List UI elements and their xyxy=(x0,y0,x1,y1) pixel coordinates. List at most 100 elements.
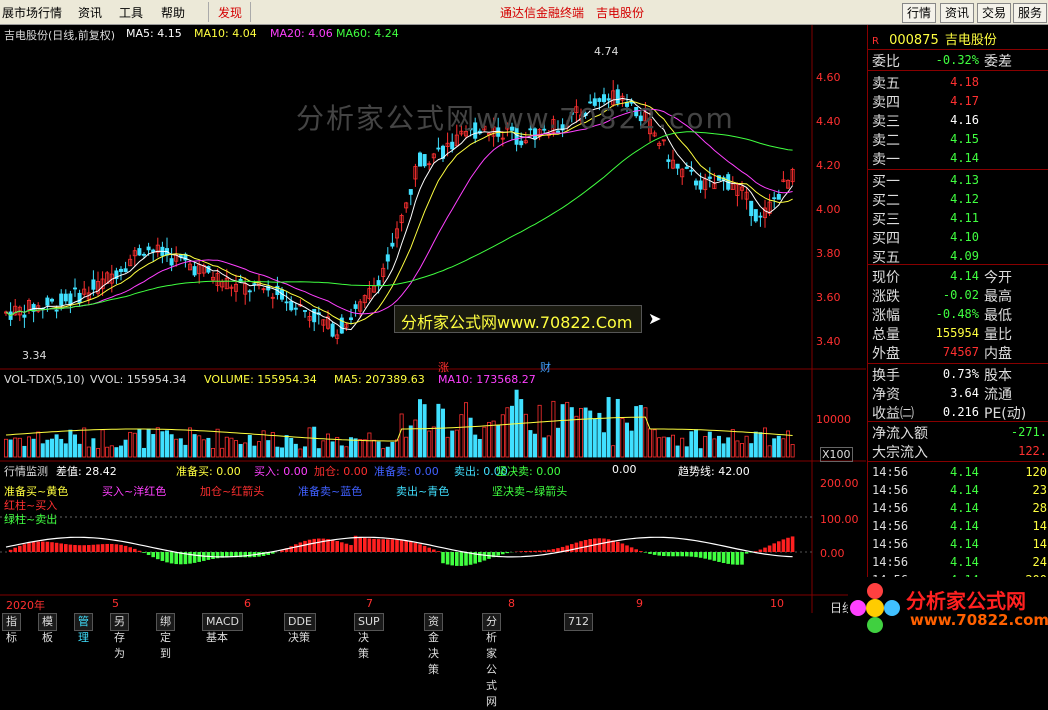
link-stock[interactable]: 吉电股份 xyxy=(596,4,644,21)
candle-body xyxy=(92,280,95,289)
stat-row-value: 155954 xyxy=(936,326,979,340)
indicator-bar xyxy=(556,548,560,552)
volume-bar xyxy=(708,432,711,457)
link-terminal[interactable]: 通达信金融终端 xyxy=(500,4,584,21)
indicator-bar xyxy=(78,545,82,552)
stat-row-label: 总量 xyxy=(872,324,900,344)
candle-body xyxy=(124,269,127,272)
volume-bar xyxy=(391,442,394,457)
tick-time: 14:56 xyxy=(872,483,908,497)
indicator-bar xyxy=(156,552,160,559)
indicator-bar xyxy=(59,543,63,552)
chart-area[interactable]: 分析家公式网www.70822.com 吉电股份(日线,前复权) MA5: 4.… xyxy=(0,25,866,613)
bottom-tab[interactable]: 分析家公式网 xyxy=(482,613,501,631)
bottom-tab[interactable]: 另存为 xyxy=(110,613,129,631)
indicator-bar xyxy=(423,546,427,552)
indicator-bar xyxy=(524,551,528,552)
menu-item-tools[interactable]: 工具 xyxy=(119,4,143,21)
volume-bar xyxy=(561,405,564,457)
candle-body xyxy=(423,154,426,165)
indicator-bar xyxy=(547,550,551,552)
indicator-bar xyxy=(483,552,487,561)
bottom-tab[interactable]: 712 xyxy=(564,613,593,631)
indicator-bar xyxy=(432,549,436,552)
date-axis-tick: 10 xyxy=(770,597,784,610)
volume-bar xyxy=(179,439,182,457)
indicator-bar xyxy=(763,548,767,552)
volume-bar xyxy=(740,443,743,457)
indicator-bar xyxy=(50,542,54,552)
candle-body xyxy=(409,189,412,194)
button-trade[interactable]: 交易 xyxy=(977,3,1011,23)
volume-bar xyxy=(713,439,716,457)
menu-item-discover[interactable]: 发现 xyxy=(218,4,242,21)
ask-row: 卖三4.16 xyxy=(868,111,1048,129)
bottom-tab[interactable]: DDE决策 xyxy=(284,613,316,631)
bottom-tab[interactable]: 模板 xyxy=(38,613,57,631)
indicator-bar xyxy=(772,543,776,552)
menu-item-help[interactable]: 帮助 xyxy=(161,4,185,21)
bottom-tab[interactable]: SUP决策 xyxy=(354,613,384,631)
bottom-tab[interactable]: 管理 xyxy=(74,613,93,631)
bid-row-label: 买三 xyxy=(872,209,900,229)
candle-body xyxy=(437,148,440,149)
volume-bar xyxy=(290,438,293,457)
candle-body xyxy=(685,167,688,168)
volume-bar xyxy=(253,446,256,457)
volume-bar xyxy=(257,442,260,457)
candle-body xyxy=(290,301,293,310)
candle-body xyxy=(377,281,380,286)
ask-row-label: 卖四 xyxy=(872,92,900,112)
volume-bar xyxy=(722,444,725,457)
volume-bar xyxy=(354,439,357,457)
button-service[interactable]: 服务 xyxy=(1013,3,1047,23)
weibi-row: 委比 -0.32% 委差 xyxy=(868,51,1048,69)
tick-time: 14:56 xyxy=(872,465,908,479)
button-news[interactable]: 资讯 xyxy=(940,3,974,23)
price-axis-tick: 4.40 xyxy=(816,115,841,128)
indicator-bar xyxy=(552,549,556,552)
volume-bar xyxy=(681,438,684,457)
watermark-banner-text: 分析家公式网www.70822.Com xyxy=(401,309,632,333)
menu-item-market[interactable]: 展市场行情 xyxy=(2,4,62,21)
indicator-bar xyxy=(391,539,395,552)
volume-bar xyxy=(73,435,76,457)
candle-body xyxy=(386,255,389,261)
indicator-bar xyxy=(671,552,675,556)
volume-bar xyxy=(598,413,601,457)
indicator-bar xyxy=(519,551,523,552)
stat-row-label2: 今开 xyxy=(984,267,1012,287)
volume-bar xyxy=(161,432,164,457)
menu-item-news[interactable]: 资讯 xyxy=(78,4,102,21)
chart-title: 吉电股份(日线,前复权) xyxy=(4,27,115,43)
indicator-bar xyxy=(294,544,298,552)
volume-bar xyxy=(244,443,247,457)
volume-bar xyxy=(607,397,610,457)
indicator-name: 行情监测 xyxy=(4,463,48,479)
volume-bar xyxy=(763,428,766,457)
candle-body xyxy=(138,249,141,256)
ask-row-value: 4.16 xyxy=(950,113,979,127)
logo: 分析家公式网 www.70822.com xyxy=(848,577,1048,639)
volume-bar xyxy=(110,446,113,457)
bottom-tab[interactable]: 资金决策 xyxy=(424,613,443,631)
volume-bar xyxy=(602,433,605,457)
volume-bar xyxy=(745,436,748,457)
ma10-label: MA10: 4.04 xyxy=(194,27,257,40)
extra-value: 0.00 xyxy=(612,463,637,476)
indicator-bar xyxy=(446,552,450,564)
volume-bar xyxy=(133,433,136,457)
volume-bar xyxy=(69,430,72,457)
button-market[interactable]: 行情 xyxy=(902,3,936,23)
bottom-tab[interactable]: MACD基本 xyxy=(202,613,243,631)
candle-body xyxy=(750,201,753,215)
bid-row: 买一4.13 xyxy=(868,171,1048,189)
bottom-tab[interactable]: 绑定到 xyxy=(156,613,175,631)
bottom-tab[interactable]: 指标 xyxy=(2,613,21,631)
volume-bar xyxy=(644,408,647,457)
ma5-label: MA5: 4.15 xyxy=(126,27,182,40)
bid-row: 买五4.09 xyxy=(868,247,1048,265)
ask-row: 卖二4.15 xyxy=(868,130,1048,148)
candle-body xyxy=(55,310,58,311)
stat-row: 总量155954量比 xyxy=(868,324,1048,342)
